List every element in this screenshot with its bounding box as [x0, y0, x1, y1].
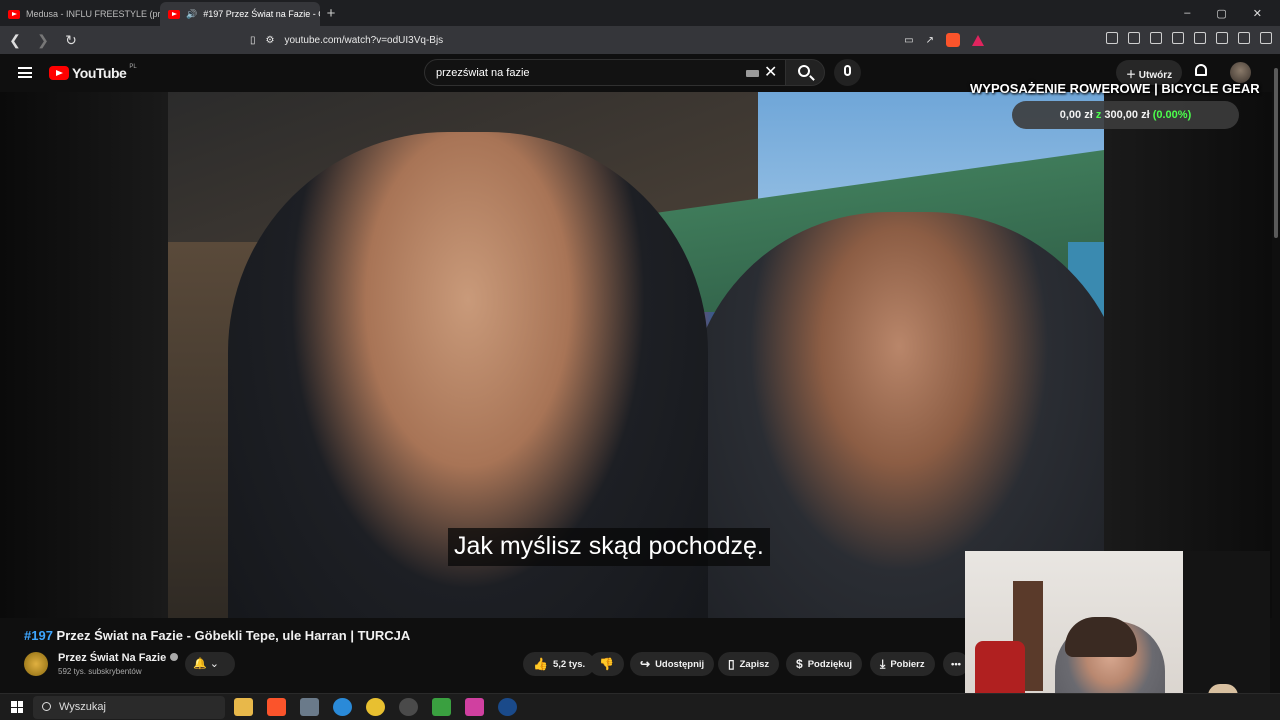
media-icon[interactable]	[1150, 32, 1162, 44]
thumbs-down-icon: 👎	[599, 657, 614, 671]
tab-label: Medusa - INFLU FREESTYLE (prod. VE	[26, 9, 160, 19]
account-avatar[interactable]	[1230, 62, 1251, 83]
cast-icon[interactable]: ▭	[904, 35, 913, 46]
page-scrollbar[interactable]	[1272, 54, 1280, 696]
taskbar-apps	[234, 698, 517, 716]
app-play-icon[interactable]	[432, 698, 451, 716]
url-text: youtube.com/watch?v=odUI3Vq-Bjs	[284, 34, 444, 46]
voice-search-button[interactable]	[834, 59, 861, 86]
share-icon[interactable]: ↗	[926, 35, 934, 46]
window-controls: – ▢ ✕	[1184, 7, 1280, 20]
close-window-button[interactable]: ✕	[1253, 7, 1262, 20]
save-button[interactable]: ▯ Zapisz	[718, 652, 780, 676]
reload-icon[interactable]: ↻	[64, 32, 78, 49]
search-button[interactable]	[785, 59, 825, 86]
hamburger-menu-icon[interactable]	[18, 67, 32, 78]
minimize-button[interactable]: –	[1184, 7, 1190, 20]
windows-start-icon[interactable]	[11, 701, 23, 713]
extension-icon[interactable]	[1128, 32, 1140, 44]
share-arrow-icon: ↪	[640, 657, 651, 671]
download-button[interactable]: ⤓ Pobierz	[870, 652, 935, 676]
download-icon: ⤓	[880, 656, 886, 671]
url-field[interactable]: ▯ ⚙ youtube.com/watch?v=odUI3Vq-Bjs ▭ ↗	[240, 29, 990, 51]
bookmark-icon: ▯	[728, 657, 735, 671]
chrome-icon[interactable]	[366, 698, 385, 716]
chevron-down-icon: ⌄	[209, 658, 219, 670]
edge-icon[interactable]	[333, 698, 352, 716]
super-thanks-icon: $	[796, 657, 803, 671]
windows-taskbar: Wyszukaj	[0, 693, 1280, 720]
taskbar-search[interactable]: Wyszukaj	[33, 696, 225, 719]
video-side-left	[0, 92, 168, 618]
donation-goal-bar: 0,00 zł z 300,00 zł (0.00%)	[1012, 101, 1239, 129]
address-bar: ❮ ❯ ↻ ▯ ⚙ youtube.com/watch?v=odUI3Vq-Bj…	[0, 26, 1280, 54]
dislike-button[interactable]: 👎	[589, 652, 624, 676]
tab-przez-swiat[interactable]: 🔊 #197 Przez Świat na Fazie - G ✕	[160, 2, 320, 26]
file-explorer-icon[interactable]	[234, 698, 253, 716]
channel-avatar[interactable]	[24, 652, 48, 676]
youtube-favicon-icon	[8, 9, 20, 19]
back-icon[interactable]: ❮	[8, 32, 22, 49]
share-button[interactable]: ↪ Udostępnij	[630, 652, 715, 676]
video-side-right	[1104, 92, 1272, 618]
extensions-toolbar	[1106, 32, 1272, 44]
microphone-icon	[844, 65, 851, 76]
keyboard-icon[interactable]	[746, 70, 759, 77]
new-tab-button[interactable]: +	[320, 5, 342, 22]
youtube-play-icon	[49, 66, 69, 80]
app-icon[interactable]	[300, 698, 319, 716]
youtube-logo[interactable]: YouTube PL	[49, 64, 137, 81]
browser-tab-bar: Medusa - INFLU FREESTYLE (prod. VE 🔊 #19…	[0, 0, 1280, 26]
tab-medusa[interactable]: Medusa - INFLU FREESTYLE (prod. VE	[0, 2, 160, 26]
site-info-icon[interactable]: ⚙	[266, 35, 275, 46]
notifications-bell-icon[interactable]	[1195, 64, 1207, 76]
app-icon[interactable]	[465, 698, 484, 716]
brave-browser-icon[interactable]	[267, 698, 286, 716]
obs-icon[interactable]	[399, 698, 418, 716]
menu-icon[interactable]	[1260, 32, 1272, 44]
bell-icon: 🔔	[193, 658, 207, 670]
speaker-icon: 🔊	[186, 8, 198, 19]
brave-shields-icon[interactable]	[946, 33, 960, 47]
thanks-button[interactable]: $ Podziękuj	[786, 652, 863, 676]
video-title: #197 Przez Świat na Fazie - Göbekli Tepe…	[24, 628, 411, 643]
clear-search-icon[interactable]: ✕	[764, 62, 777, 82]
bookmark-icon[interactable]: ▯	[250, 35, 256, 46]
extension-icon[interactable]	[1106, 32, 1118, 44]
maximize-button[interactable]: ▢	[1216, 7, 1226, 20]
steam-icon[interactable]	[498, 698, 517, 716]
subscriber-count: 592 tys. subskrybentów	[58, 667, 142, 676]
brave-rewards-icon[interactable]	[972, 34, 984, 46]
notification-subscription-button[interactable]: 🔔 ⌄	[185, 652, 235, 676]
verified-icon	[170, 653, 179, 661]
thumbs-up-icon: 👍	[533, 657, 548, 671]
search-icon	[42, 702, 51, 711]
leo-ai-icon[interactable]	[1216, 32, 1228, 44]
youtube-favicon-icon	[168, 9, 180, 19]
search-icon	[798, 65, 810, 77]
donation-goal-title: WYPOSAŻENIE ROWEROWE | BICYCLE GEAR	[970, 81, 1260, 96]
video-subtitle: Jak myślisz skąd pochodzę.	[448, 528, 770, 566]
forward-icon[interactable]: ❯	[36, 32, 50, 49]
vpn-icon[interactable]	[1238, 32, 1250, 44]
search-input[interactable]: przezświat na fazie	[424, 59, 786, 86]
tab-label: #197 Przez Świat na Fazie - G	[203, 9, 320, 19]
wallet-icon[interactable]	[1194, 32, 1206, 44]
like-button[interactable]: 👍 5,2 tys.	[523, 652, 596, 676]
channel-name[interactable]: Przez Świat Na Fazie	[58, 652, 179, 664]
scrollbar-thumb[interactable]	[1274, 68, 1278, 238]
sidebar-icon[interactable]	[1172, 32, 1184, 44]
